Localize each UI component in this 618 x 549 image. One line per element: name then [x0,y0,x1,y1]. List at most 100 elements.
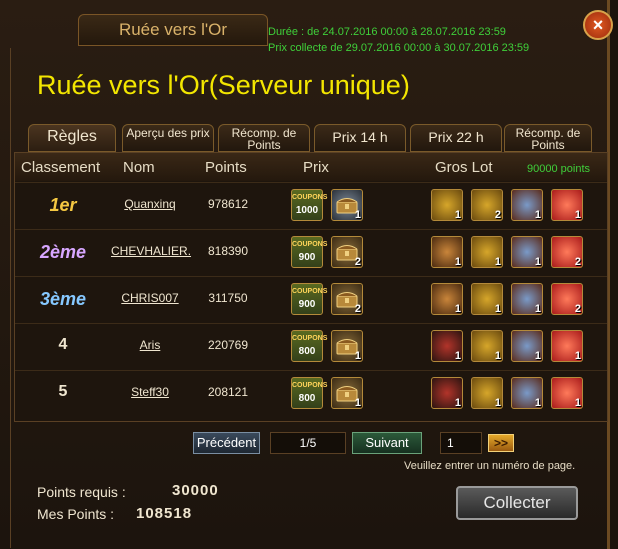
left-edge-strip [0,48,11,548]
go-page-button[interactable]: >> [488,434,514,452]
collect-period-text: Prix collecte de 29.07.2016 00:00 à 30.0… [268,42,530,54]
coupon-label: COUPONS [292,194,328,201]
item-quantity: 1 [454,350,461,362]
event-dates: Durée : de 24.07.2016 00:00 à 28.07.2016… [268,24,529,56]
table-row: 4 Aris 220769 COUPONS 800 1 1 1 1 1 [15,323,607,370]
item-quantity: 1 [534,397,541,409]
next-page-button[interactable]: Suivant [352,432,422,454]
page-number-input[interactable]: 1 [440,432,482,454]
coupon-icon[interactable]: COUPONS 900 [291,283,328,315]
treasure-chest-icon[interactable]: 2 [331,236,363,268]
duration-text: Durée : de 24.07.2016 00:00 à 28.07.2016… [268,26,506,38]
rank-label: 1er [49,195,77,215]
coupon-icon[interactable]: COUPONS 1000 [291,189,328,221]
my-points-label: Mes Points : [37,506,115,522]
tab-prix-14h[interactable]: Prix 14 h [314,124,406,152]
tab-prix-22h[interactable]: Prix 22 h [410,124,502,152]
jackpot-item-icon-1[interactable]: 1 [431,330,463,362]
item-quantity: 1 [454,256,461,268]
jackpot-item-icon-4[interactable]: 1 [551,330,583,362]
table-row: 3ème CHRIS007 311750 COUPONS 900 2 1 1 1 2 [15,276,607,323]
jackpot-item-icon-2[interactable]: 1 [471,283,503,315]
item-quantity: 2 [574,256,581,268]
jackpot-item-icon-2[interactable]: 1 [471,377,503,409]
coupon-amount: 900 [298,299,316,310]
coupon-icon[interactable]: COUPONS 800 [291,330,328,362]
jackpot-item-icon-1[interactable]: 1 [431,189,463,221]
jackpot-item-icon-3[interactable]: 1 [511,189,543,221]
jackpot-item-icon-1[interactable]: 1 [431,236,463,268]
coupon-amount: 800 [298,346,316,357]
item-quantity: 1 [534,303,541,315]
item-quantity: 1 [574,209,581,221]
player-name-link[interactable]: Quanxinq [111,197,189,211]
table-row: 2ème CHEVHALIER. 818390 COUPONS 900 2 1 1 1 2 [15,229,607,276]
player-name-link[interactable]: Aris [111,338,189,352]
jackpot-item-icon-4[interactable]: 2 [551,236,583,268]
treasure-chest-icon[interactable]: 1 [331,330,363,362]
tab-recomp-points-2[interactable]: Récomp. de Points [504,124,592,152]
page-hint: Veuillez entrer un numéro de page. [404,460,576,472]
item-quantity: 2 [354,303,361,315]
item-quantity: 1 [454,397,461,409]
jackpot-item-icon-1[interactable]: 1 [431,283,463,315]
table-row: 5 Steff30 208121 COUPONS 800 1 1 1 1 1 [15,370,607,417]
item-quantity: 1 [574,397,581,409]
jackpot-item-icon-1[interactable]: 1 [431,377,463,409]
player-name-link[interactable]: CHEVHALIER. [111,244,191,258]
player-name-link[interactable]: CHRIS007 [111,291,189,305]
item-quantity: 2 [494,209,501,221]
jackpot-item-icon-3[interactable]: 1 [511,377,543,409]
previous-page-button[interactable]: Précédent [193,432,260,454]
treasure-chest-icon[interactable]: 1 [331,189,363,221]
item-quantity: 1 [354,350,361,362]
ranking-table: Classement Nom Points Prix Gros Lot 9000… [14,152,608,422]
jackpot-points: 90000 points [527,163,590,175]
window-title-tab: Ruée vers l'Or [78,14,268,46]
coupon-amount: 800 [298,393,316,404]
jackpot-item-icon-3[interactable]: 1 [511,330,543,362]
close-button[interactable]: × [583,10,613,40]
jackpot-item-icon-3[interactable]: 1 [511,236,543,268]
jackpot-item-icon-2[interactable]: 2 [471,189,503,221]
item-quantity: 1 [494,350,501,362]
item-quantity: 1 [534,209,541,221]
page-title: Ruée vers l'Or(Serveur unique) [37,70,410,100]
coupon-icon[interactable]: COUPONS 900 [291,236,328,268]
item-quantity: 1 [534,350,541,362]
player-points: 311750 [208,291,248,305]
coupon-icon[interactable]: COUPONS 800 [291,377,328,409]
rank-label: 5 [58,383,68,400]
item-quantity: 1 [534,256,541,268]
tab-regles[interactable]: Règles [28,124,116,152]
treasure-chest-icon[interactable]: 2 [331,283,363,315]
player-points: 220769 [207,338,249,352]
collect-button[interactable]: Collecter [456,486,578,520]
jackpot-item-icon-4[interactable]: 2 [551,283,583,315]
item-quantity: 1 [574,350,581,362]
coupon-amount: 900 [298,252,316,263]
jackpot-item-icon-4[interactable]: 1 [551,189,583,221]
coupon-label: COUPONS [292,382,328,389]
tab-recomp-points-1[interactable]: Récomp. de Points [218,124,310,152]
coupon-label: COUPONS [292,241,328,248]
jackpot-item-icon-2[interactable]: 1 [471,236,503,268]
player-points: 978612 [207,197,249,211]
treasure-chest-icon[interactable]: 1 [331,377,363,409]
coupon-label: COUPONS [292,335,328,342]
jackpot-item-icon-4[interactable]: 1 [551,377,583,409]
item-quantity: 1 [494,303,501,315]
jackpot-item-icon-3[interactable]: 1 [511,283,543,315]
player-name-link[interactable]: Steff30 [111,385,189,399]
coupon-amount: 1000 [295,205,319,216]
rank-label: 3ème [39,289,87,309]
tab-apercu-prix[interactable]: Aperçu des prix [122,124,214,152]
page-indicator: 1/5 [270,432,346,454]
rank-label: 4 [58,336,68,353]
jackpot-item-icon-2[interactable]: 1 [471,330,503,362]
coupon-label: COUPONS [292,288,328,295]
required-points-value: 30000 [172,482,219,499]
item-quantity: 1 [454,209,461,221]
item-quantity: 1 [454,303,461,315]
item-quantity: 1 [494,256,501,268]
